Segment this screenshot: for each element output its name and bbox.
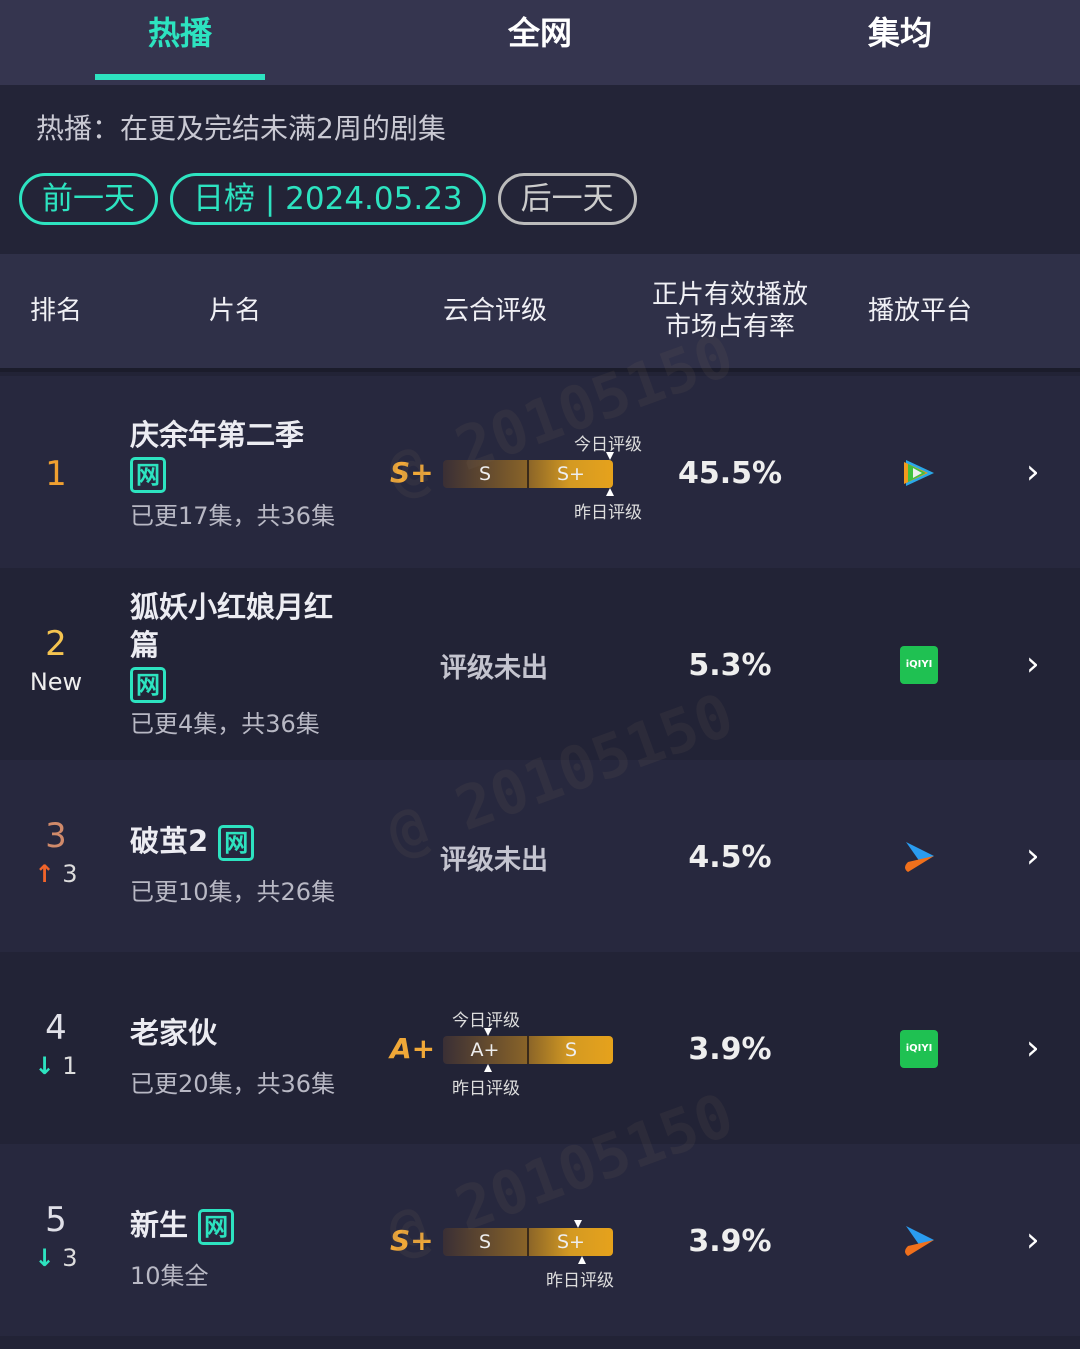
episode-info: 已更4集，共36集 — [130, 710, 320, 738]
show-title[interactable]: 破茧2 网 — [130, 822, 360, 861]
yesterday-marker — [606, 488, 614, 496]
rank-number: 1 — [45, 454, 67, 494]
table-row[interactable]: 5 ↓ 3 新生 网 10集全 S+ S S+ 昨日评级 3.9% › — [0, 1144, 1080, 1336]
market-share: 45.5% — [677, 456, 783, 491]
rank-number: 3 — [45, 816, 67, 856]
rank-change-new: New — [29, 668, 83, 696]
grade-bar: A+ S — [443, 1036, 613, 1064]
yesterday-grade-label: 昨日评级 — [574, 503, 642, 523]
today-grade-label: 今日评级 — [574, 435, 642, 455]
col-rank: 排名 — [29, 296, 82, 326]
grade-bar: S S+ — [443, 460, 613, 488]
market-share: 5.3% — [688, 648, 772, 683]
rank-change-value: 1 — [62, 1052, 78, 1080]
filter-section: 热播：在更及完结未满2周的剧集 前一天 日榜 | 2024.05.23 后一天 — [0, 85, 1080, 254]
episode-info: 已更10集，共26集 — [130, 878, 336, 906]
web-drama-tag: 网 — [218, 825, 255, 861]
col-market-share: 正片有效播放 市场占有率 — [651, 280, 808, 342]
chevron-right-icon[interactable]: › — [1026, 644, 1040, 684]
market-share: 3.9% — [688, 1032, 772, 1067]
market-share: 3.9% — [688, 1224, 772, 1259]
iqiyi-logo-text: iQIYI — [900, 1030, 938, 1068]
episode-info: 已更17集，共36集 — [130, 502, 336, 530]
youku-icon — [900, 838, 938, 876]
grade-not-available: 评级未出 — [440, 845, 548, 876]
today-marker — [574, 1220, 582, 1228]
arrow-down-icon: ↓ — [34, 1244, 55, 1272]
iqiyi-icon: iQIYI — [900, 1030, 938, 1068]
show-title[interactable]: 狐妖小红娘月红篇网 — [130, 588, 360, 703]
col-title: 片名 — [208, 296, 261, 326]
rank-number: 5 — [45, 1200, 67, 1240]
show-title[interactable]: 新生 网 — [130, 1206, 360, 1245]
web-drama-tag: 网 — [130, 457, 166, 493]
yesterday-marker — [484, 1064, 492, 1072]
rank-change-value: 3 — [62, 1244, 78, 1272]
table-row[interactable]: 1 庆余年第二季网已更17集，共36集 S+ S S+ 今日评级昨日评级 45.5% › — [0, 376, 1080, 568]
chevron-right-icon[interactable]: › — [1026, 836, 1040, 876]
col-platform: 播放平台 — [867, 296, 972, 326]
tab-hot[interactable]: 热播 — [0, 0, 360, 85]
chevron-right-icon[interactable]: › — [1026, 452, 1040, 492]
date-selector[interactable]: 日榜 | 2024.05.23 — [170, 173, 486, 225]
rank-number: 4 — [45, 1008, 67, 1048]
top-tabs: 热播 全网 集均 — [0, 0, 1080, 85]
grade-today: A+ — [390, 1032, 436, 1065]
description: 热播：在更及完结未满2周的剧集 — [36, 112, 446, 145]
arrow-up-icon: ↑ — [34, 860, 55, 888]
web-drama-tag: 网 — [198, 1209, 235, 1245]
table-row[interactable]: 4 ↓ 1 老家伙 已更20集，共36集 A+ A+ S 今日评级昨日评级 3.9% iQIYI… — [0, 952, 1080, 1144]
col-grade: 云合评级 — [442, 296, 547, 326]
next-day-button[interactable]: 后一天 — [497, 173, 637, 225]
youku-icon — [900, 1222, 938, 1260]
today-grade-label: 今日评级 — [452, 1011, 520, 1031]
show-title[interactable]: 庆余年第二季网 — [130, 416, 360, 493]
iqiyi-icon: iQIYI — [900, 646, 938, 684]
grade-today: S+ — [390, 1224, 434, 1257]
chevron-right-icon[interactable]: › — [1026, 1220, 1040, 1260]
table-header: 排名 片名 云合评级 正片有效播放 市场占有率 播放平台 — [0, 254, 1080, 372]
prev-day-button[interactable]: 前一天 — [19, 173, 158, 225]
web-drama-tag: 网 — [130, 667, 166, 703]
tencent-video-icon — [900, 454, 938, 492]
yesterday-grade-label: 昨日评级 — [452, 1079, 520, 1099]
tab-episode-average[interactable]: 集均 — [720, 0, 1080, 85]
market-share: 4.5% — [688, 840, 772, 875]
grade-today: S+ — [390, 456, 434, 489]
episode-info: 已更20集，共36集 — [130, 1070, 336, 1098]
table-row[interactable]: 2 New 狐妖小红娘月红篇网已更4集，共36集 评级未出 5.3% iQIYI › — [0, 568, 1080, 760]
table-row[interactable]: 3 ↑ 3 破茧2 网已更10集，共26集 评级未出 4.5% › — [0, 760, 1080, 952]
arrow-down-icon: ↓ — [34, 1052, 55, 1080]
grade-bar: S S+ — [443, 1228, 613, 1256]
rank-change-value: 3 — [62, 860, 78, 888]
yesterday-grade-label: 昨日评级 — [546, 1271, 614, 1291]
chevron-right-icon[interactable]: › — [1026, 1028, 1040, 1068]
yesterday-marker — [578, 1256, 586, 1264]
grade-not-available: 评级未出 — [440, 653, 548, 684]
iqiyi-logo-text: iQIYI — [900, 646, 938, 684]
show-title[interactable]: 老家伙 — [130, 1014, 360, 1052]
episode-info: 10集全 — [130, 1262, 209, 1290]
rank-number: 2 — [45, 624, 67, 664]
tab-all-network[interactable]: 全网 — [360, 0, 720, 85]
